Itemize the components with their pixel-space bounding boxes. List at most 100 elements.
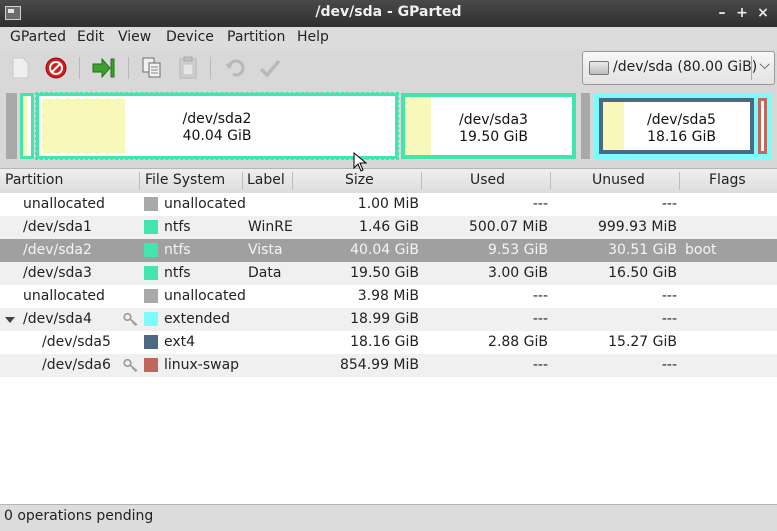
column-used[interactable]: Used [470,172,505,188]
window-title: /dev/sda - GParted [315,4,462,20]
row-unused: --- [661,196,677,212]
fs-color-swatch [144,197,158,211]
delete-icon[interactable] [43,55,69,81]
table-row[interactable]: /dev/sda1 ntfs WinRE 1.46 GiB 500.07 MiB… [0,216,777,239]
row-size: 40.04 GiB [350,242,419,258]
row-file-system: linux-swap [164,357,240,373]
close-button[interactable]: × [753,3,773,23]
disk-map-sda4-extended[interactable]: /dev/sda5 18.16 GiB [594,93,771,159]
row-size: 19.50 GiB [350,265,419,281]
table-row[interactable]: unallocated unallocated 3.98 MiB --- --- [0,285,777,308]
row-used: 9.53 GiB [488,242,548,258]
row-partition: /dev/sda4 [23,311,92,327]
paste-icon[interactable] [175,55,201,81]
row-file-system: unallocated [164,196,246,212]
menu-device[interactable]: Device [166,29,214,45]
status-text: 0 operations pending [4,508,154,524]
fs-color-swatch [144,220,158,234]
row-unused: 16.50 GiB [608,265,677,281]
table-row[interactable]: /dev/sda3 ntfs Data 19.50 GiB 3.00 GiB 1… [0,262,777,285]
row-file-system: unallocated [164,288,246,304]
fs-color-swatch [144,289,158,303]
row-unused: 999.93 MiB [597,219,677,235]
row-used: 2.88 GiB [488,334,548,350]
disk-map-sda2-size: 40.04 GiB [182,128,252,144]
device-selector[interactable]: /dev/sda (80.00 GiB) ⌵ [582,51,775,85]
hard-disk-icon [589,61,609,75]
fs-color-swatch [144,312,158,326]
partition-list-header: Partition File System Label Size Used Un… [0,168,777,194]
disk-map-sda5-size: 18.16 GiB [647,129,716,145]
row-used: 500.07 MiB [468,219,548,235]
menu-help[interactable]: Help [297,29,329,45]
row-unused: 30.51 GiB [608,242,677,258]
expander-triangle-icon[interactable] [5,317,15,323]
row-partition: /dev/sda2 [23,242,92,258]
row-partition: /dev/sda5 [42,334,111,350]
fs-color-swatch [144,335,158,349]
copy-icon[interactable] [139,55,165,81]
table-row-selected[interactable]: /dev/sda2 ntfs Vista 40.04 GiB 9.53 GiB … [0,239,777,262]
disk-map-sda1[interactable] [20,93,34,159]
maximize-button[interactable]: + [732,3,752,23]
fs-color-swatch [144,266,158,280]
resize-move-icon[interactable] [91,55,117,81]
column-partition[interactable]: Partition [5,172,63,188]
disk-map-sda5[interactable]: /dev/sda5 18.16 GiB [599,98,754,154]
menu-view[interactable]: View [118,29,151,45]
new-icon[interactable] [7,55,33,81]
key-icon [123,358,139,373]
row-size: 1.46 GiB [359,219,419,235]
disk-map: /dev/sda2 40.04 GiB /dev/sda3 19.50 GiB … [0,87,777,167]
disk-map-unallocated-mid[interactable] [581,93,590,159]
disk-map-sda2[interactable]: /dev/sda2 40.04 GiB [35,92,399,160]
row-used: --- [532,288,548,304]
row-file-system: ext4 [164,334,196,350]
row-label: Vista [248,242,283,258]
row-used: --- [532,357,548,373]
disk-map-sda2-name: /dev/sda2 [182,111,252,127]
fs-color-swatch [144,243,158,257]
column-file-system[interactable]: File System [145,172,225,188]
row-size: 18.99 GiB [350,311,419,327]
row-used: --- [532,196,548,212]
menu-edit[interactable]: Edit [77,29,104,45]
table-row[interactable]: /dev/sda4 extended 18.99 GiB --- --- [0,308,777,331]
row-flags: boot [685,242,717,258]
row-used: --- [532,311,548,327]
undo-icon[interactable] [222,55,248,81]
chevron-down-icon: ⌵ [759,57,770,73]
column-label[interactable]: Label [247,172,285,188]
row-label: WinRE [248,219,293,235]
disk-map-sda6[interactable] [758,98,767,154]
table-row[interactable]: /dev/sda6 linux-swap 854.99 MiB --- --- [0,354,777,377]
mouse-pointer-icon [353,151,368,176]
disk-map-sda3[interactable]: /dev/sda3 19.50 GiB [401,93,576,159]
minimize-button[interactable]: – [712,3,732,23]
row-size: 854.99 MiB [339,357,419,373]
row-partition: /dev/sda3 [23,265,92,281]
row-file-system: ntfs [164,219,191,235]
status-bar: 0 operations pending [0,504,777,531]
column-flags[interactable]: Flags [709,172,746,188]
key-icon [123,312,139,327]
row-file-system: ntfs [164,265,191,281]
row-partition: unallocated [23,196,105,212]
title-bar: /dev/sda - GParted – + × [0,0,777,27]
apply-icon[interactable] [257,55,283,81]
column-unused[interactable]: Unused [592,172,645,188]
disk-map-unallocated-start[interactable] [6,93,17,159]
menu-bar: GParted Edit View Device Partition Help [0,27,777,50]
disk-map-sda3-size: 19.50 GiB [459,129,528,145]
row-file-system: ntfs [164,242,191,258]
table-row[interactable]: /dev/sda5 ext4 18.16 GiB 2.88 GiB 15.27 … [0,331,777,354]
row-size: 3.98 MiB [357,288,419,304]
table-row[interactable]: unallocated unallocated 1.00 MiB --- --- [0,193,777,216]
row-partition: /dev/sda1 [23,219,92,235]
row-used: 3.00 GiB [488,265,548,281]
row-label: Data [248,265,282,281]
menu-gparted[interactable]: GParted [10,29,66,45]
row-unused: --- [661,357,677,373]
menu-partition[interactable]: Partition [227,29,285,45]
row-size: 1.00 MiB [357,196,419,212]
